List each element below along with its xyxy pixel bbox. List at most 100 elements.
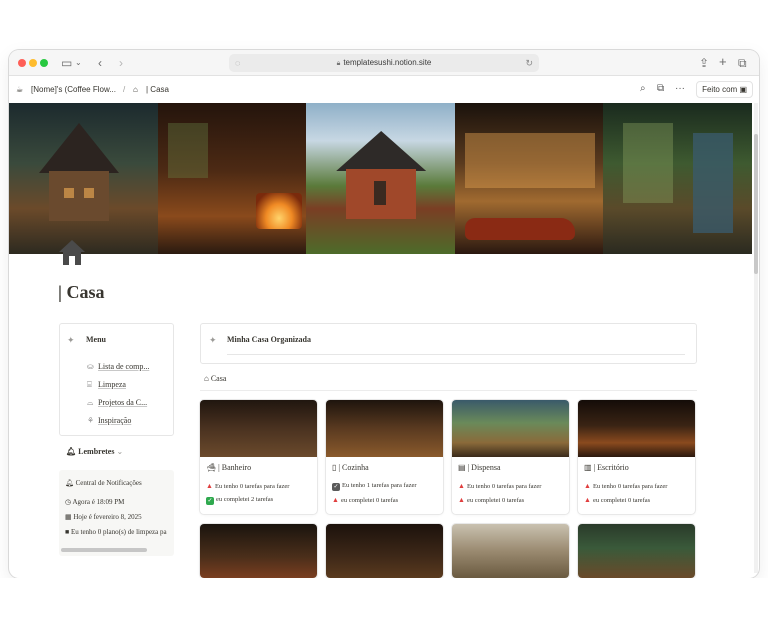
- room-card-image: [452, 400, 569, 457]
- room-card-done: ▲ eu completei 0 tarefas: [332, 496, 399, 504]
- room-card-title: ▯ | Cozinha: [332, 463, 369, 472]
- room-card-done: ✓ eu completei 2 tarefas: [206, 496, 274, 505]
- organized-home-title: Minha Casa Organizada: [227, 335, 312, 344]
- room-card-cozinha[interactable]: ▯ | Cozinha ✓ Eu tenho 1 tarefas para faz…: [326, 400, 443, 514]
- room-card-image: [578, 524, 695, 578]
- bath-icon: 🛁︎: [206, 463, 217, 472]
- feito-com-button[interactable]: Feito com ▣: [696, 81, 753, 98]
- cover-image: [9, 103, 752, 254]
- minimize-window-button[interactable]: [29, 59, 37, 67]
- address-bar[interactable]: ◌ 🔒︎ templatesushi.notion.site ↻: [229, 54, 539, 72]
- sparkle-icon: ✦: [209, 335, 217, 345]
- room-card-image: [200, 524, 317, 578]
- warning-icon: ▲: [584, 482, 591, 490]
- forward-icon[interactable]: ›: [119, 55, 123, 71]
- tabs-overview-icon[interactable]: ⧉: [738, 55, 747, 71]
- room-card-garagem[interactable]: [200, 524, 317, 578]
- breadcrumb-separator: /: [123, 85, 126, 94]
- more-icon[interactable]: ···: [675, 83, 685, 94]
- divider: [200, 390, 697, 391]
- menu-item-inspiracao[interactable]: ⚘ Inspiração: [87, 416, 131, 425]
- clock-icon: ◷: [65, 498, 72, 506]
- coffee-icon: ☕︎: [16, 85, 24, 94]
- zoom-window-button[interactable]: [40, 59, 48, 67]
- plant-icon: ⚘: [87, 416, 95, 425]
- cover-panel-garden-room: [603, 103, 752, 254]
- duplicate-icon[interactable]: ⧉: [657, 83, 664, 94]
- breadcrumb-workspace[interactable]: [Nome]'s (Coffee Flow...: [31, 85, 116, 94]
- check-icon: ✓: [206, 497, 214, 505]
- room-card-dispensa[interactable]: ▤ | Dispensa ▲ Eu tenho 0 tarefas para fa…: [452, 400, 569, 514]
- menu-item-limpeza[interactable]: ⌸ Limpeza: [87, 380, 126, 390]
- share-icon[interactable]: ⇪: [699, 55, 709, 71]
- square-icon: ■: [65, 528, 70, 536]
- room-card-image: [326, 400, 443, 457]
- notification-cleaning: ■ Eu tenho 0 plano(s) de limpeza pa: [65, 528, 167, 536]
- room-card-todo: ▲ Eu tenho 0 tarefas para fazer: [584, 482, 668, 490]
- url-text: templatesushi.notion.site: [343, 58, 432, 67]
- room-card-sala[interactable]: [578, 524, 695, 578]
- vertical-scrollbar[interactable]: [754, 134, 758, 274]
- room-card-image: [452, 524, 569, 578]
- room-card-image: [578, 400, 695, 457]
- pantry-icon: ▤: [458, 463, 466, 472]
- search-icon[interactable]: ⌕: [640, 83, 646, 94]
- chevron-down-icon: ⌄: [116, 447, 124, 456]
- room-card-done: ▲ eu completei 0 tarefas: [458, 496, 525, 504]
- warning-icon: ▲: [332, 496, 339, 504]
- menu-item-projetos[interactable]: ⌓ Projetos da C...: [87, 398, 147, 408]
- home-icon: ⌂: [204, 374, 209, 383]
- warning-icon: ▲: [584, 496, 591, 504]
- room-card-lavanderia[interactable]: [452, 524, 569, 578]
- breadcrumb-page[interactable]: | Casa: [146, 85, 169, 94]
- cover-panel-fireplace: [157, 103, 307, 254]
- check-icon: ✓: [332, 483, 340, 491]
- cover-panel-brick-house: [306, 103, 455, 254]
- sidebar-toggle-icon[interactable]: ▭: [61, 55, 72, 71]
- room-card-biblioteca[interactable]: [326, 524, 443, 578]
- warning-icon: ▲: [458, 482, 465, 490]
- room-card-todo: ▲ Eu tenho 0 tarefas para fazer: [206, 482, 290, 490]
- notifications-box: 🔔︎ Central de Notificações ◷ Agora é 18:…: [59, 470, 174, 556]
- notion-logo-icon: ▣: [739, 85, 747, 94]
- chevron-down-icon[interactable]: ⌄: [75, 55, 82, 71]
- notification-header: 🔔︎ Central de Notificações: [65, 479, 142, 487]
- bell-icon: 🔔︎: [65, 479, 74, 487]
- room-card-title: ▤ | Dispensa: [458, 463, 501, 472]
- cover-panel-village: [9, 103, 158, 254]
- room-card-done: ▲ eu completei 0 tarefas: [584, 496, 651, 504]
- page-title: | Casa: [58, 282, 105, 302]
- notification-time: ◷ Agora é 18:09 PM: [65, 498, 125, 506]
- cover-panel-shop-car: [454, 103, 604, 254]
- notion-topbar: ☕︎ [Nome]'s (Coffee Flow... / ⌂ | Casa ⌕…: [9, 77, 759, 103]
- bell-icon: 🔔︎: [66, 447, 77, 456]
- new-tab-icon[interactable]: +: [719, 54, 727, 70]
- menu-item-lista-de-compras[interactable]: ⛀ Lista de comp...: [87, 362, 149, 371]
- reminders-toggle[interactable]: 🔔︎ Lembretes ⌄: [66, 447, 123, 456]
- room-card-image: [200, 400, 317, 457]
- room-card-image: [326, 524, 443, 578]
- sparkle-icon: ✦: [67, 335, 75, 345]
- horizontal-scrollbar[interactable]: [61, 548, 147, 552]
- fridge-icon: ▯: [332, 463, 337, 472]
- lock-icon: 🔒︎: [336, 60, 341, 67]
- calendar-icon: ▦: [65, 513, 72, 521]
- divider: [227, 354, 685, 355]
- warning-icon: ▲: [458, 496, 465, 504]
- close-window-button[interactable]: [18, 59, 26, 67]
- room-card-escritorio[interactable]: ▥ | Escritório ▲ Eu tenho 0 tarefas para …: [578, 400, 695, 514]
- database-title[interactable]: ⌂ Casa: [204, 374, 226, 383]
- back-icon[interactable]: ‹: [98, 55, 102, 71]
- sofa-icon: ⌓: [87, 398, 94, 407]
- menu-box: ✦ Menu ⛀ Lista de comp... ⌸ Limpeza ⌓ Proje…: [59, 323, 174, 436]
- desk-icon: ▥: [584, 463, 592, 472]
- browser-toolbar: ▭ ⌄ ‹ › ◌ 🔒︎ templatesushi.notion.site ↻ …: [9, 50, 759, 76]
- menu-title: Menu: [86, 335, 106, 344]
- room-card-title: ▥ | Escritório: [584, 463, 629, 472]
- page-background: [0, 578, 768, 629]
- reload-icon[interactable]: ↻: [525, 54, 533, 72]
- room-card-banheiro[interactable]: 🛁︎ | Banheiro ▲ Eu tenho 0 tarefas para f…: [200, 400, 317, 514]
- room-card-title: 🛁︎ | Banheiro: [206, 463, 252, 472]
- room-card-todo: ✓ Eu tenho 1 tarefas para fazer: [332, 482, 417, 491]
- warning-icon: ▲: [206, 482, 213, 490]
